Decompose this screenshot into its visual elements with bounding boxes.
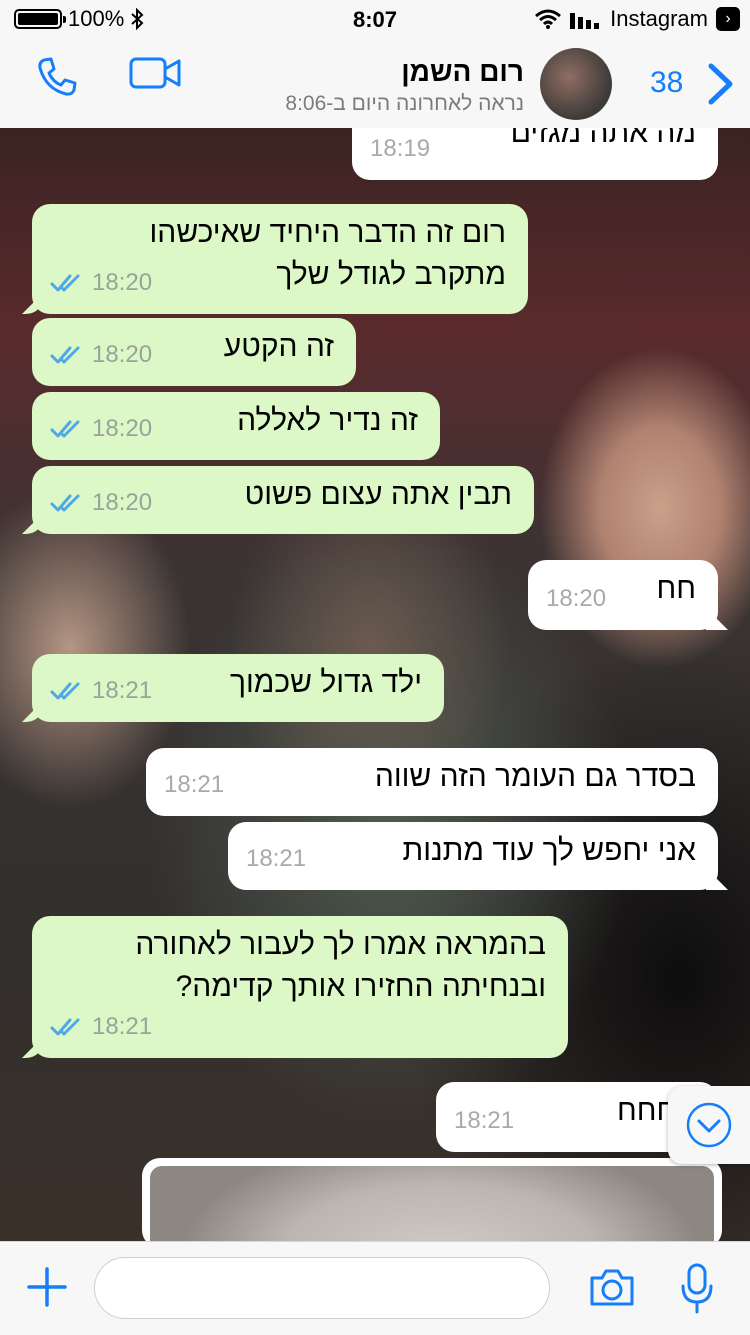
message-meta: 18:21 [164,764,224,806]
bubble-tail [706,868,728,890]
bubble-tail [22,512,44,534]
message-meta: 18:21 [50,670,152,712]
read-receipt-icon [50,346,80,364]
message-time: 18:21 [246,845,307,872]
message-meta: 18:20 [50,482,152,524]
message-time: 18:20 [92,269,153,296]
message-outgoing[interactable]: בהמראה אמרו לך לעבור לאחורה ובנחיתה החזי… [22,916,568,1058]
message-time: 18:20 [92,341,153,368]
bubble-tail [22,292,44,314]
unread-count[interactable]: 38 [650,66,683,100]
signal-icon [570,13,600,29]
phone-icon [38,57,77,96]
message-meta: 18:21 [454,1100,514,1142]
bubble-tail [22,700,44,722]
message-time: 18:20 [546,585,607,612]
video-call-button[interactable] [128,54,184,99]
read-receipt-icon [50,420,80,438]
message-line: רום זה הדבר היחיד שאיכשהו [149,216,506,249]
message-meta: 18:21 [50,1006,152,1048]
chevron-right-icon[interactable] [706,62,736,106]
message-time: 18:21 [164,771,225,798]
plus-icon[interactable] [26,1266,68,1308]
message-outgoing[interactable]: זה הקטע 18:20 [32,318,356,386]
last-seen-status: נראה לאחרונה היום ב-8:06 [285,92,524,115]
message-meta: 18:21 [246,838,306,880]
message-outgoing[interactable]: רום זה הדבר היחיד שאיכשהו מתקרב לגודל של… [22,204,528,314]
message-line: ובנחיתה החזירו אותך קדימה? [175,970,546,1003]
message-line: בהמראה אמרו לך לעבור לאחורה [135,928,546,961]
back-app-label[interactable]: Instagram [610,6,708,32]
contact-name[interactable]: רום השמן [401,56,524,88]
camera-icon[interactable] [588,1266,636,1308]
message-text: בהמראה אמרו לך לעבור לאחורה ובנחיתה החזי… [54,924,546,1008]
message-text: בסדר גם העומר הזה שווה [374,760,696,793]
message-time: 18:19 [370,135,431,162]
image-preview [150,1166,714,1241]
read-receipt-icon [50,494,80,512]
message-time: 18:20 [92,415,153,442]
back-to-app-icon[interactable]: › [716,7,740,31]
message-time: 18:20 [92,489,153,516]
message-text: אני יחפש לך עוד מתנות [402,834,696,867]
message-incoming[interactable]: אני יחפש לך עוד מתנות 18:21 [228,822,728,890]
message-meta: 18:20 [50,334,152,376]
message-outgoing[interactable]: ילד גדול שכמוך 18:21 [22,654,444,722]
message-incoming[interactable]: חח 18:20 [528,560,728,630]
chat-header: רום השמן נראה לאחרונה היום ב-8:06 38 [0,40,750,129]
voice-call-button[interactable] [34,54,80,105]
bubble-tail [22,1036,44,1058]
message-time: 18:21 [92,677,153,704]
image-message[interactable] [142,1158,722,1241]
status-right: Instagram › [534,6,740,32]
avatar[interactable] [540,48,612,120]
status-bar: 100% 8:07 Instagram › [0,0,750,40]
bubble-tail [706,608,728,630]
message-input[interactable] [94,1257,550,1319]
input-bar [0,1241,750,1335]
read-receipt-icon [50,274,80,292]
wifi-icon [535,9,562,29]
message-incoming[interactable]: מה אתה מגזים 18:19 [352,128,718,180]
message-time: 18:21 [92,1013,153,1040]
message-time: 18:21 [454,1107,515,1134]
message-outgoing[interactable]: תבין אתה עצום פשוט 18:20 [22,466,534,534]
read-receipt-icon [50,682,80,700]
chevron-down-circle-icon [686,1102,732,1148]
message-meta: 18:19 [370,128,430,170]
scroll-to-bottom-button[interactable] [668,1086,750,1164]
read-receipt-icon [50,1018,80,1036]
message-meta: 18:20 [50,262,152,304]
video-camera-icon [129,57,181,89]
message-meta: 18:20 [50,408,152,450]
message-meta: 18:20 [546,578,606,620]
microphone-icon[interactable] [680,1262,714,1314]
message-incoming[interactable]: בסדר גם העומר הזה שווה 18:21 [146,748,718,816]
chat-area[interactable]: מה אתה מגזים 18:19 רום זה הדבר היחיד שאי… [0,128,750,1241]
message-outgoing[interactable]: זה נדיר לאללה 18:20 [32,392,440,460]
